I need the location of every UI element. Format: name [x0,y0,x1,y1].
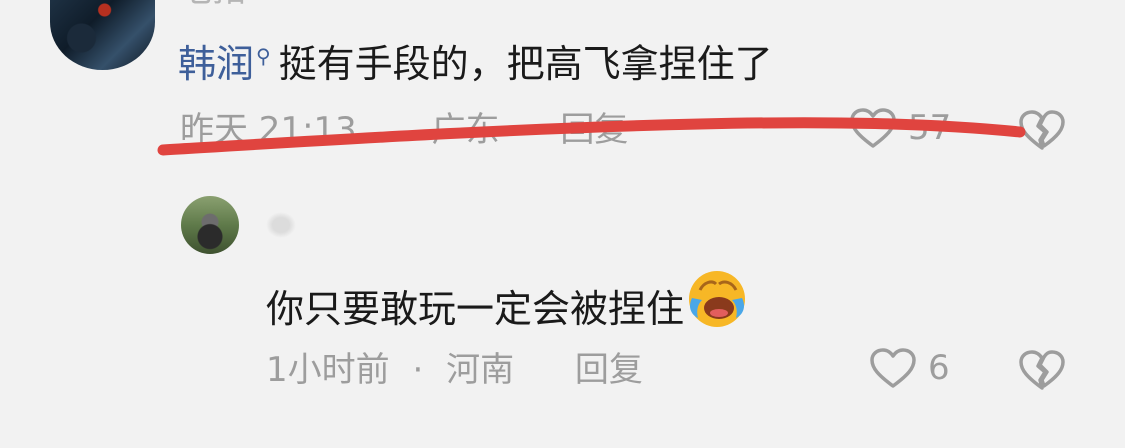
reply-meta: 1小时前 · 河南 回复 [266,350,643,390]
comment-meta: 昨天 21:13 广东 回复 [180,110,628,150]
reply-button[interactable]: 回复 [575,350,643,390]
dislike-button[interactable] [1018,108,1066,156]
search-badge-icon: ⚲ [256,44,271,68]
location: 广东 [431,110,500,150]
heart-icon [870,348,916,388]
timestamp: 昨天 21:13 [180,110,357,150]
blurred-username [266,212,296,238]
location: 河南 [446,350,515,390]
like-count: 57 [908,108,952,148]
previous-username: 毛拓 [178,0,246,10]
like-button[interactable]: 6 [868,346,950,390]
broken-heart-icon [1019,110,1065,150]
comment-thread: 毛拓 韩润⚲ 挺有手段的，把高飞拿捏住了 昨天 21:13 广东 回复 57 你只… [0,0,1125,448]
username[interactable]: 韩润 [178,42,254,86]
meta-separator: · [412,350,424,390]
comment-text: 挺有手段的，把高飞拿捏住了 [278,42,773,86]
reply-text: 你只要敢玩一定会被捏住 [266,287,685,331]
dislike-button[interactable] [1018,348,1066,396]
reply-avatar[interactable] [181,196,239,254]
heart-icon [850,108,896,148]
timestamp: 1小时前 [266,350,390,390]
like-count: 6 [928,348,950,388]
broken-heart-icon [1019,350,1065,390]
laughing-crying-emoji [689,271,746,327]
reply-button[interactable]: 回复 [560,110,628,150]
avatar[interactable] [50,0,155,70]
like-button[interactable]: 57 [848,106,951,150]
reply-body: 你只要敢玩一定会被捏住 [266,268,748,333]
comment-body: 韩润 ⚲ 挺有手段的，把高飞拿捏住了 [178,32,773,88]
